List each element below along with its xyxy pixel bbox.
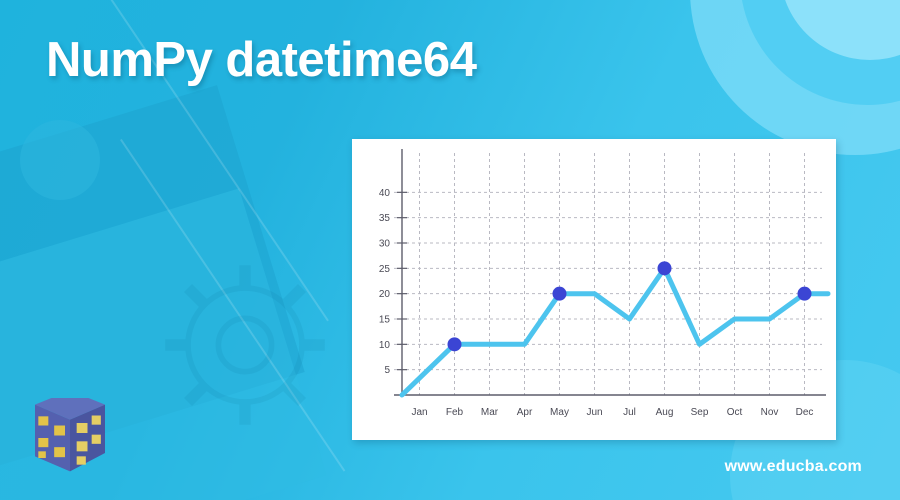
svg-text:15: 15 xyxy=(379,315,391,326)
decorative-circle-top-right-outer xyxy=(690,0,900,155)
svg-text:35: 35 xyxy=(379,213,391,224)
svg-text:40: 40 xyxy=(379,188,391,199)
page-title: NumPy datetime64 xyxy=(46,33,477,87)
decorative-circle-left xyxy=(20,120,100,200)
line-chart: 5 10 15 20 25 30 35 40 Jan Feb Mar Apr May Jun Jul Aug… xyxy=(379,149,831,418)
svg-text:Mar: Mar xyxy=(481,407,499,418)
svg-text:Jul: Jul xyxy=(623,407,636,418)
svg-text:Jun: Jun xyxy=(586,407,602,418)
chart-x-tick-labels: Jan Feb Mar Apr May Jun Jul Aug Sep Oct Nov Dec xyxy=(411,407,813,418)
svg-text:20: 20 xyxy=(379,289,391,300)
svg-text:Feb: Feb xyxy=(446,407,464,418)
svg-text:25: 25 xyxy=(379,264,391,275)
decorative-streak-2 xyxy=(120,138,346,472)
site-url: www.educba.com xyxy=(724,458,862,475)
decorative-circle-top-right-middle xyxy=(740,0,900,105)
svg-text:Oct: Oct xyxy=(727,407,743,418)
chart-y-tick-labels: 5 10 15 20 25 30 35 40 xyxy=(379,188,391,376)
chart-card: 5 10 15 20 25 30 35 40 Jan Feb Mar Apr May Jun Jul Aug… xyxy=(352,139,836,440)
chart-series-line xyxy=(399,265,831,398)
svg-text:Nov: Nov xyxy=(761,407,779,418)
gear-icon xyxy=(165,265,325,425)
svg-text:Apr: Apr xyxy=(517,407,533,418)
svg-text:10: 10 xyxy=(379,340,391,351)
svg-text:May: May xyxy=(550,407,569,418)
svg-text:Aug: Aug xyxy=(656,407,674,418)
svg-text:5: 5 xyxy=(384,365,390,376)
chart-axes xyxy=(394,149,826,396)
chart-gridlines xyxy=(394,153,822,395)
decorative-circle-top-right-inner xyxy=(780,0,900,60)
svg-text:30: 30 xyxy=(379,239,391,250)
svg-text:Sep: Sep xyxy=(691,407,709,418)
slide-canvas: NumPy datetime64 www.educba.com 5 10 15 … xyxy=(0,0,900,500)
numpy-cube-logo xyxy=(35,398,105,472)
svg-text:Dec: Dec xyxy=(796,407,814,418)
svg-text:Jan: Jan xyxy=(411,407,427,418)
